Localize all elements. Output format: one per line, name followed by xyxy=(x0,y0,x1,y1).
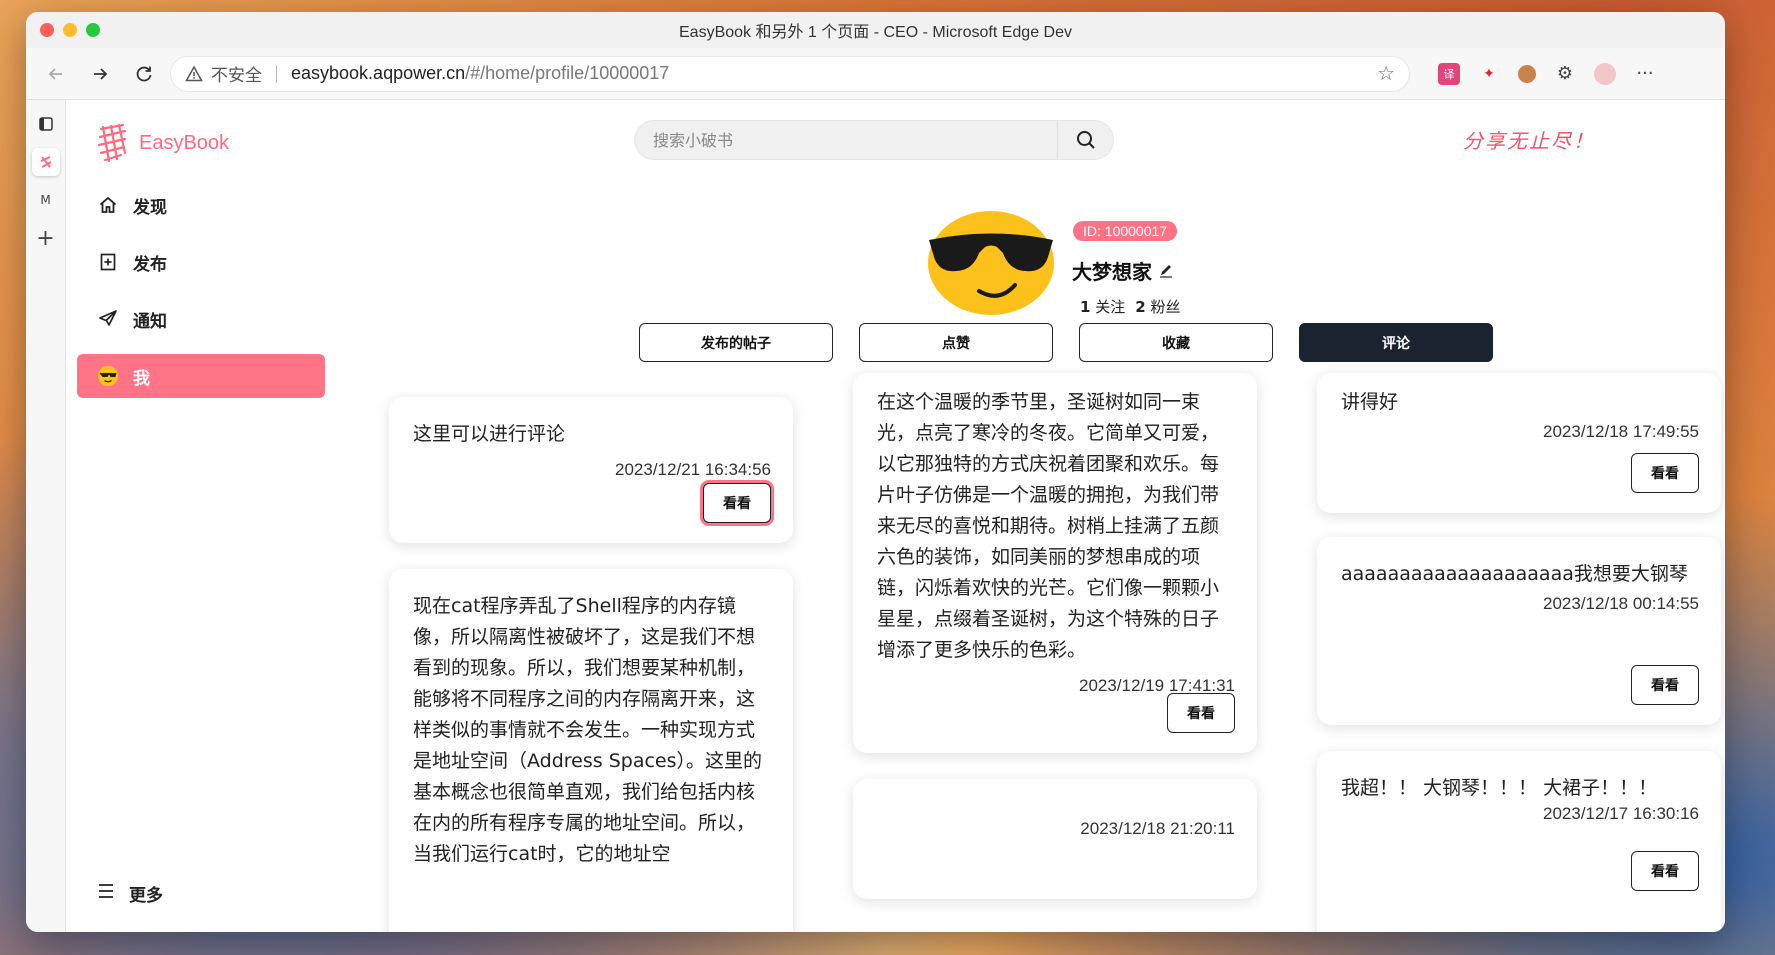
close-window-button[interactable] xyxy=(40,23,54,37)
followers-count: 2 xyxy=(1135,298,1146,316)
comment-card: 讲得好 2023/12/18 17:49:55 看看 xyxy=(1317,373,1721,513)
sidebar-item-label: 通知 xyxy=(133,311,167,332)
hamburger-menu-icon xyxy=(97,883,115,904)
view-button[interactable]: 看看 xyxy=(1631,851,1699,891)
sidebar-item-notifications[interactable]: 通知 xyxy=(77,297,325,341)
page-content: EasyBook 发现 发布 通知 我 更多 搜索小破书 分享无止尽！ ID: … xyxy=(67,101,1725,932)
home-icon xyxy=(97,194,119,216)
comment-card: 2023/12/18 21:20:11 xyxy=(853,779,1257,899)
tab-likes[interactable]: 点赞 xyxy=(859,323,1053,362)
followers-stat[interactable]: 2 粉丝 xyxy=(1135,296,1180,317)
tab-comments[interactable]: 评论 xyxy=(1299,323,1493,362)
logo-mark-icon xyxy=(97,123,127,163)
tab-favorites[interactable]: 收藏 xyxy=(1079,323,1273,362)
comment-card: aaaaaaaaaaaaaaaaaaaa我想要大钢琴 2023/12/18 00… xyxy=(1317,537,1721,725)
window-title: EasyBook 和另外 1 个页面 - CEO - Microsoft Edg… xyxy=(679,24,1072,41)
browser-toolbar: 不安全 easybook.aqpower.cn/#/home/profile/1… xyxy=(26,48,1725,100)
paper-plane-icon xyxy=(97,308,119,330)
sidebar-more-button[interactable]: 更多 xyxy=(97,881,163,906)
brand-name: EasyBook xyxy=(139,131,230,154)
edit-pencil-icon[interactable] xyxy=(1158,259,1174,283)
forward-arrow-icon[interactable] xyxy=(82,56,118,92)
comment-date: 2023/12/17 16:30:16 xyxy=(1543,804,1699,823)
address-separator xyxy=(276,64,277,83)
sidebar-item-label: 发现 xyxy=(133,197,167,218)
sidebar-item-publish[interactable]: 发布 xyxy=(77,240,325,284)
minimize-window-button[interactable] xyxy=(63,23,77,37)
followers-label: 粉丝 xyxy=(1150,298,1181,316)
profile-stats: 1 关注 2 粉丝 xyxy=(1080,296,1180,317)
sidebar-item-discover[interactable]: 发现 xyxy=(77,183,325,227)
sidebar-item-me[interactable]: 我 xyxy=(77,354,325,398)
browser-window: EasyBook 和另外 1 个页面 - CEO - Microsoft Edg… xyxy=(26,12,1725,932)
following-label: 关注 xyxy=(1095,298,1126,316)
sidebar: EasyBook 发现 发布 通知 我 更多 xyxy=(67,101,337,932)
translate-extension-icon[interactable]: 译 xyxy=(1438,62,1460,85)
title-bar: EasyBook 和另外 1 个页面 - CEO - Microsoft Edg… xyxy=(26,12,1725,48)
warning-triangle-icon xyxy=(185,64,203,81)
star-icon[interactable]: ☆ xyxy=(1377,61,1395,86)
view-button[interactable]: 看看 xyxy=(1167,693,1235,733)
comment-card: 我超！！ 大钢琴！！！ 大裙子！！！ 2023/12/17 16:30:16 看… xyxy=(1317,751,1721,932)
profile-name: 大梦想家 xyxy=(1072,260,1152,284)
comment-text: 现在cat程序弄乱了Shell程序的内存镜像，所以隔离性被破坏了，这是我们不想看… xyxy=(413,595,763,865)
more-dots-icon[interactable]: ··· xyxy=(1634,63,1656,85)
more-label: 更多 xyxy=(129,886,163,906)
sunglasses-emoji-icon xyxy=(97,365,119,387)
url-host: easybook.aqpower.cn xyxy=(291,63,466,83)
security-status[interactable]: 不安全 xyxy=(211,61,262,86)
new-tab-button[interactable]: + xyxy=(32,224,60,252)
extensions-area: 译 ✦ ⚙ ··· xyxy=(1438,62,1656,85)
logo[interactable]: EasyBook xyxy=(97,123,229,163)
profile-avatar-icon[interactable] xyxy=(1594,62,1616,85)
maximize-window-button[interactable] xyxy=(86,23,100,37)
search-bar xyxy=(634,120,1114,160)
comment-text: 在这个温暖的季节里，圣诞树如同一束光，点亮了寒冷的冬夜。它简单又可爱，以它那独特… xyxy=(877,391,1220,661)
monkey-extension-icon[interactable] xyxy=(1518,64,1536,83)
maple-leaf-extension-icon[interactable]: ✦ xyxy=(1478,63,1500,85)
following-stat[interactable]: 1 关注 xyxy=(1080,296,1125,317)
comment-card: 现在cat程序弄乱了Shell程序的内存镜像，所以隔离性被破坏了，这是我们不想看… xyxy=(389,569,793,932)
slogan: 分享无止尽！ xyxy=(1463,129,1595,153)
back-arrow-icon[interactable] xyxy=(38,56,74,92)
address-bar[interactable]: 不安全 easybook.aqpower.cn/#/home/profile/1… xyxy=(170,55,1410,92)
user-id-badge: ID: 10000017 xyxy=(1073,221,1178,241)
tab-m[interactable]: M xyxy=(32,186,60,214)
view-button[interactable]: 看看 xyxy=(1631,665,1699,705)
view-button[interactable]: 看看 xyxy=(1631,453,1699,493)
comment-date: 2023/12/18 17:49:55 xyxy=(1543,422,1699,441)
search-input[interactable] xyxy=(653,130,1057,150)
sidebar-menu: 发现 发布 通知 我 xyxy=(77,183,325,411)
avatar[interactable] xyxy=(927,207,1055,315)
tab-actions-icon[interactable] xyxy=(32,110,60,138)
sidebar-item-label: 发布 xyxy=(133,254,167,275)
comment-text: 讲得好 xyxy=(1341,391,1399,413)
comment-date: 2023/12/18 21:20:11 xyxy=(1080,819,1235,838)
puzzle-extensions-icon[interactable]: ⚙ xyxy=(1554,63,1576,85)
comment-text: 这里可以进行评论 xyxy=(413,423,566,445)
search-icon[interactable] xyxy=(1057,121,1113,159)
profile-tabs: 发布的帖子 点赞 收藏 评论 xyxy=(639,323,1493,362)
url-text[interactable]: easybook.aqpower.cn/#/home/profile/10000… xyxy=(291,63,1369,84)
tab-easybook[interactable] xyxy=(31,148,60,176)
comment-date: 2023/12/21 16:34:56 xyxy=(615,460,771,479)
comment-text: aaaaaaaaaaaaaaaaaaaa我想要大钢琴 xyxy=(1341,563,1688,585)
sidebar-item-label: 我 xyxy=(133,368,150,389)
reload-icon[interactable] xyxy=(126,56,162,92)
vertical-tab-strip: M + xyxy=(26,100,66,932)
window-controls xyxy=(40,23,100,37)
comment-card: 这里可以进行评论 2023/12/21 16:34:56 看看 xyxy=(389,397,793,543)
following-count: 1 xyxy=(1080,298,1091,316)
tab-posts[interactable]: 发布的帖子 xyxy=(639,323,833,362)
comment-card: 在这个温暖的季节里，圣诞树如同一束光，点亮了寒冷的冬夜。它简单又可爱，以它那独特… xyxy=(853,373,1257,753)
comment-date: 2023/12/18 00:14:55 xyxy=(1543,594,1699,613)
publish-icon xyxy=(97,251,119,273)
profile-name-row: 大梦想家 xyxy=(1072,256,1174,285)
url-path: /#/home/profile/10000017 xyxy=(465,63,670,83)
comment-text: 我超！！ 大钢琴！！！ 大裙子！！！ xyxy=(1341,777,1658,799)
view-button[interactable]: 看看 xyxy=(703,483,771,523)
